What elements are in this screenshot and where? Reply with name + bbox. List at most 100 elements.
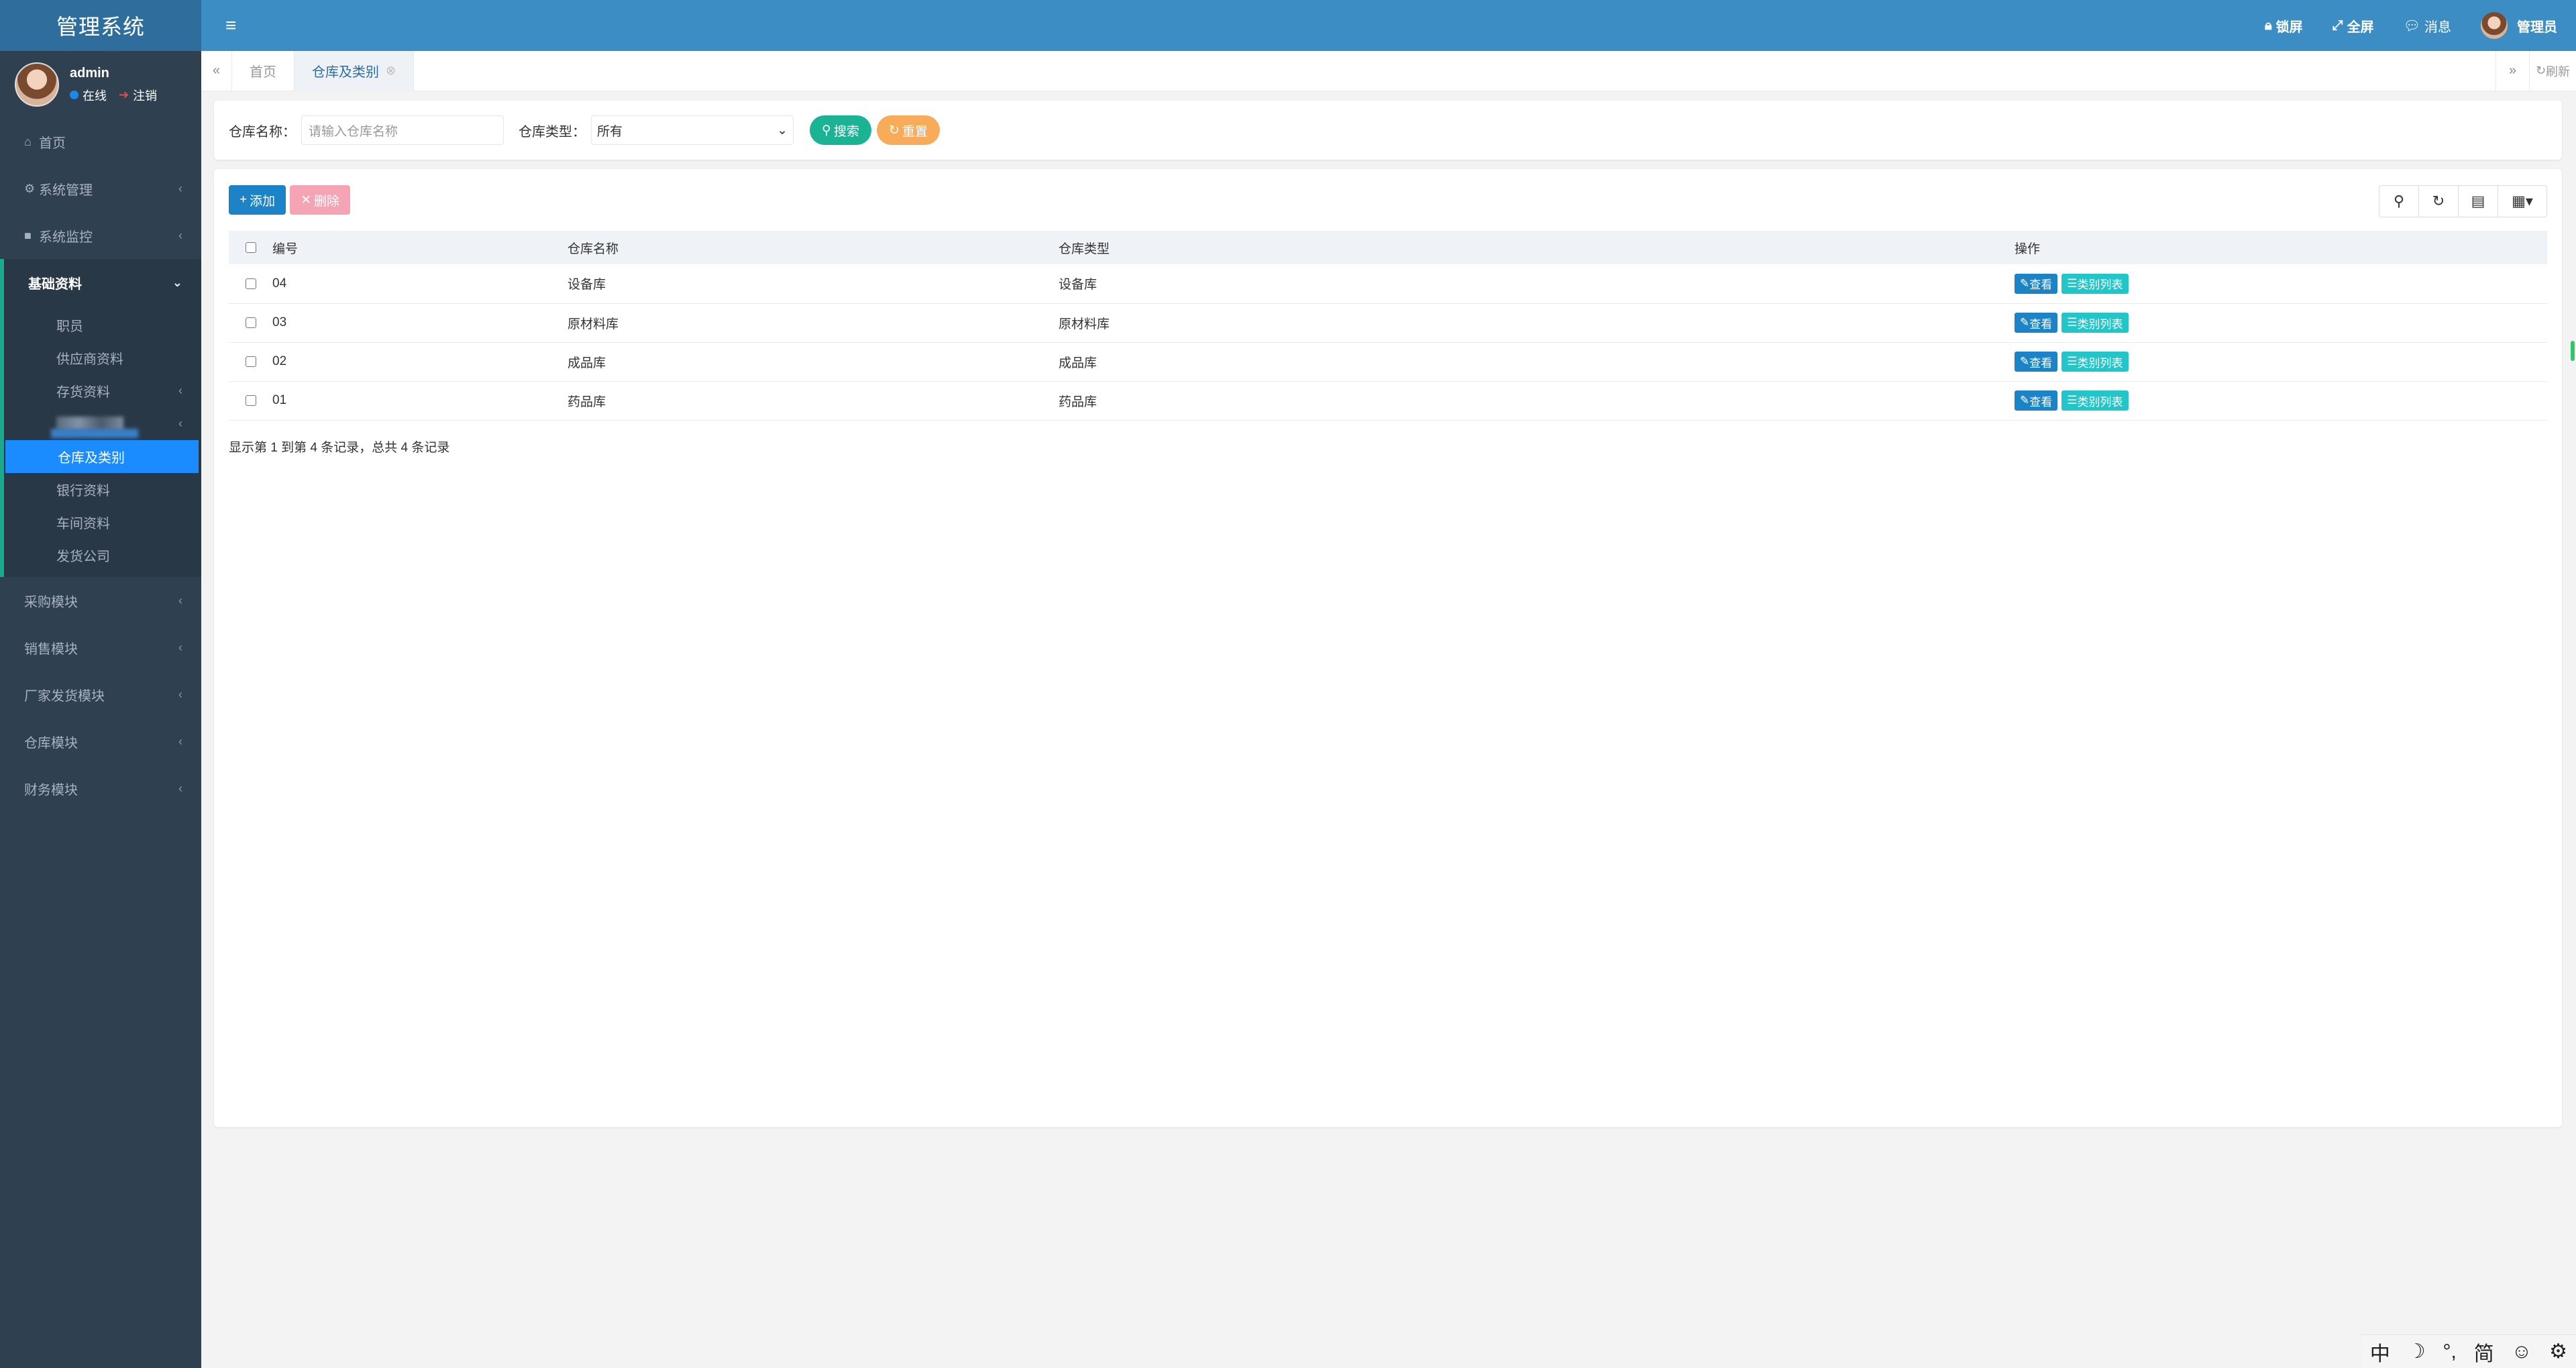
chevron-left-icon: ‹ — [178, 417, 182, 430]
sidebar-subitem-staff[interactable]: 职员 — [4, 309, 201, 341]
header-name[interactable]: 仓库名称 — [568, 231, 1059, 264]
admin-menu[interactable]: 管理员 — [2481, 12, 2557, 39]
cell-name: 原材料库 — [568, 317, 619, 331]
avatar[interactable] — [15, 62, 59, 107]
plus-icon: + — [239, 193, 248, 207]
row-checkbox[interactable] — [245, 317, 256, 328]
warehouse-table: 编号 仓库名称 仓库类型 操作 04 设备库 设备库 ✎ 查看 ☰ 类别列表 03 原… — [229, 231, 2547, 421]
delete-button[interactable]: ✕ 删除 — [290, 185, 351, 215]
logout-icon[interactable]: ➔ — [119, 88, 129, 102]
columns-button[interactable]: ▦▾ — [2498, 185, 2547, 217]
tabs-scroll-right-icon[interactable]: » — [2496, 50, 2529, 91]
cell-id: 03 — [272, 315, 287, 329]
category-list-button[interactable]: ☰ 类别列表 — [2061, 390, 2129, 411]
sidebar-item-purchase[interactable]: 采购模块 ‹ — [0, 577, 201, 624]
punctuation-icon[interactable]: °, — [2443, 1340, 2457, 1363]
tab-home[interactable]: 首页 — [232, 50, 294, 91]
tabs-scroll-left-icon[interactable]: « — [201, 50, 232, 91]
user-name: admin — [70, 65, 109, 81]
refresh-icon: ↻ — [2535, 64, 2546, 77]
sidebar-item-finance[interactable]: 财务模块 ‹ — [0, 765, 201, 812]
lock-label: 锁屏 — [2275, 19, 2303, 35]
search-button[interactable]: ⚲ 搜索 — [810, 115, 871, 145]
sidebar-item-system-monitor[interactable]: ■ 系统监控 ‹ — [0, 212, 201, 259]
chevron-left-icon: ‹ — [178, 181, 182, 195]
sidebar-item-warehouse-module[interactable]: 仓库模块 ‹ — [0, 718, 201, 765]
warehouse-name-label: 仓库名称： — [229, 124, 296, 140]
sidebar-item-basic-data[interactable]: 基础资料 ⌄ — [0, 259, 201, 306]
search-toggle-button[interactable]: ⚲ — [2379, 185, 2419, 217]
sub-item-label: 仓库及类别 — [58, 451, 125, 466]
select-all-checkbox[interactable] — [245, 242, 256, 253]
menu-toggle-icon[interactable]: ≡ — [225, 15, 236, 36]
category-list-button[interactable]: ☰ 类别列表 — [2061, 313, 2129, 333]
ime-simplified[interactable]: 简 — [2474, 1337, 2494, 1367]
gear-icon: ⚙ — [24, 181, 36, 195]
sidebar-item-label: 仓库模块 — [24, 735, 78, 751]
row-checkbox[interactable] — [245, 278, 256, 289]
grid-icon: ▦▾ — [2512, 193, 2533, 209]
table-row: 03 原材料库 原材料库 ✎ 查看 ☰ 类别列表 — [229, 303, 2547, 342]
refresh-tab-button[interactable]: ↻ 刷新 — [2529, 50, 2576, 91]
moon-icon[interactable]: ☽ — [2408, 1340, 2426, 1363]
messages-button[interactable]: 💬︎ 消息 — [2404, 16, 2451, 36]
logout-link[interactable]: 注销 — [133, 87, 157, 104]
sidebar-subitem-warehouse[interactable]: 仓库及类别 — [5, 440, 199, 473]
chevron-left-icon: ‹ — [178, 734, 182, 748]
view-button[interactable]: ✎ 查看 — [2015, 390, 2058, 411]
sidebar-subitem-bank[interactable]: 银行资料 — [4, 473, 201, 506]
add-button[interactable]: + 添加 — [229, 185, 286, 215]
sub-item-label: 车间资料 — [56, 517, 110, 531]
view-button[interactable]: ✎ 查看 — [2015, 273, 2058, 294]
row-checkbox[interactable] — [245, 356, 256, 367]
view-button[interactable]: ✎ 查看 — [2015, 352, 2058, 372]
chevron-down-icon: ⌄ — [172, 275, 182, 289]
close-tab-icon[interactable]: ⊗ — [386, 64, 396, 78]
ime-language[interactable]: 中 — [2370, 1337, 2390, 1367]
cell-name: 成品库 — [568, 356, 606, 370]
sidebar-subitem-supplier[interactable]: 供应商资料 — [4, 341, 201, 374]
emoji-icon[interactable]: ☺ — [2512, 1340, 2532, 1363]
sidebar: 管理系统 admin 在线 ➔ 注销 ⌂ 首页 ⚙ 系统管理 ‹ ■ 系统监控 … — [0, 0, 201, 1368]
sidebar-subitem-redacted[interactable]: ‹ — [4, 407, 201, 440]
warehouse-type-select[interactable]: 所有 ⌄ — [591, 115, 794, 145]
sidebar-item-factory-shipping[interactable]: 厂家发货模块 ‹ — [0, 671, 201, 718]
category-list-button[interactable]: ☰ 类别列表 — [2061, 273, 2129, 294]
cell-id: 02 — [272, 354, 287, 368]
header-type[interactable]: 仓库类型 — [1059, 231, 2015, 264]
reset-button[interactable]: ↻ 重置 — [876, 115, 940, 145]
ime-toolbar: 中 ☽ °, 简 ☺ ⚙ — [2361, 1334, 2576, 1368]
row-checkbox[interactable] — [245, 394, 256, 406]
sidebar-item-home[interactable]: ⌂ 首页 — [0, 118, 201, 165]
tabs-bar: « 首页 仓库及类别 ⊗ » ↻ 刷新 — [201, 50, 2576, 91]
sidebar-subitem-inventory[interactable]: 存货资料 ‹ — [4, 374, 201, 407]
home-icon: ⌂ — [24, 134, 32, 148]
expand-icon: ⤢ — [2332, 17, 2343, 33]
sidebar-item-label: 销售模块 — [24, 641, 78, 657]
lock-screen-button[interactable]: 🔒︎ 锁屏 — [2265, 16, 2303, 36]
cell-type: 药品库 — [1059, 394, 1097, 409]
sidebar-item-sales[interactable]: 销售模块 ‹ — [0, 624, 201, 671]
toggle-view-button[interactable]: ▤ — [2458, 185, 2498, 217]
chevron-left-icon: ‹ — [178, 228, 182, 242]
redacted-strip — [51, 429, 138, 438]
search-button-label: 搜索 — [833, 124, 859, 139]
cell-name: 设备库 — [568, 278, 606, 293]
fullscreen-label: 全屏 — [2347, 19, 2374, 35]
sidebar-item-system-management[interactable]: ⚙ 系统管理 ‹ — [0, 165, 201, 212]
sidebar-subitem-shipping-company[interactable]: 发货公司 — [4, 539, 201, 572]
tab-warehouse[interactable]: 仓库及类别 ⊗ — [294, 50, 415, 91]
basic-data-submenu: 职员 供应商资料 存货资料 ‹ ‹ 仓库及类别 银行资料 车间资料 发货公司 — [0, 306, 201, 577]
view-button[interactable]: ✎ 查看 — [2015, 313, 2058, 333]
warehouse-name-input[interactable]: 请输入仓库名称 — [301, 115, 504, 145]
edit-icon: ✎ — [2020, 276, 2030, 290]
sidebar-item-label: 厂家发货模块 — [24, 688, 105, 704]
settings-icon[interactable]: ⚙ — [2549, 1340, 2567, 1363]
sidebar-subitem-workshop[interactable]: 车间资料 — [4, 506, 201, 539]
refresh-table-button[interactable]: ↻ — [2418, 185, 2459, 217]
header-id[interactable]: 编号 — [272, 231, 568, 264]
sidebar-item-label: 首页 — [39, 136, 66, 151]
cell-type: 设备库 — [1059, 278, 1097, 293]
category-list-button[interactable]: ☰ 类别列表 — [2061, 352, 2129, 372]
fullscreen-button[interactable]: ⤢ 全屏 — [2332, 16, 2374, 36]
